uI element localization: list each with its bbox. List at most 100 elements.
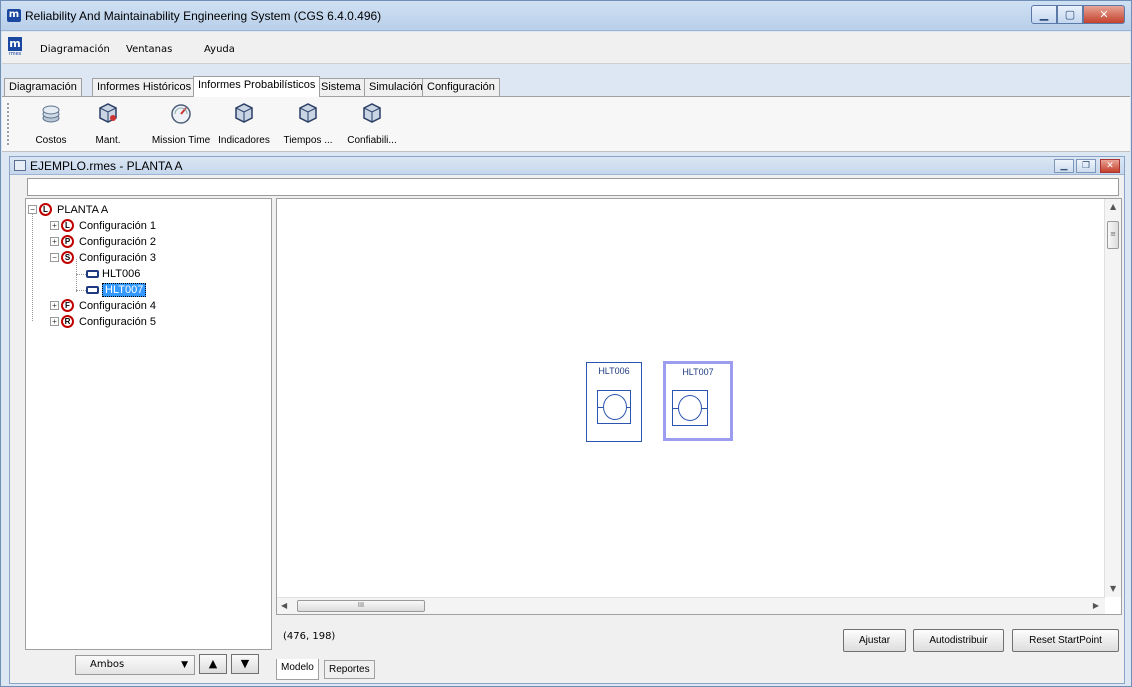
gauge-icon xyxy=(171,104,191,124)
tool-tiempos-label: Tiempos ... xyxy=(283,135,333,146)
tool-costos-label: Costos xyxy=(35,135,67,146)
expand-icon[interactable]: + xyxy=(50,237,59,246)
badge-r-icon: R xyxy=(61,315,74,328)
tool-confiabilidad-label: Confiabili... xyxy=(347,135,397,146)
tool-mission-time-button[interactable]: Mission Time xyxy=(148,102,214,146)
scroll-down-icon[interactable]: ▼ xyxy=(1110,584,1116,593)
filter-select[interactable]: Ambos ▼ xyxy=(75,655,195,675)
tool-tiempos-button[interactable]: Tiempos ... xyxy=(278,102,338,146)
tab-informes-probabilisticos[interactable]: Informes Probabilísticos xyxy=(193,76,321,97)
doc-minimize-button[interactable]: ▁ xyxy=(1054,159,1074,173)
tool-mant-label: Mant. xyxy=(95,135,121,146)
move-down-button[interactable]: ▼ xyxy=(231,654,259,674)
tree-root[interactable]: − L PLANTA A xyxy=(28,202,108,217)
ribbon-tabs: Diagramación Informes Históricos Informe… xyxy=(2,76,1130,97)
tab-reportes[interactable]: Reportes xyxy=(324,660,375,679)
tab-modelo[interactable]: Modelo xyxy=(276,659,319,680)
tree-item-label: Configuración 2 xyxy=(79,235,157,248)
tree-item-configuracion-4[interactable]: + F Configuración 4 xyxy=(50,298,156,313)
menu-diagramacion[interactable]: Diagramación xyxy=(40,44,110,55)
filter-select-value: Ambos xyxy=(90,659,125,670)
cube-icon xyxy=(235,103,253,123)
document-icon xyxy=(14,160,26,171)
tab-simulacion[interactable]: Simulación xyxy=(364,78,428,96)
minimize-button[interactable]: ▁ xyxy=(1031,5,1057,24)
move-up-button[interactable]: ▲ xyxy=(199,654,227,674)
badge-f-icon: F xyxy=(61,299,74,312)
chevron-down-icon: ▼ xyxy=(181,660,188,670)
collapse-icon[interactable]: − xyxy=(50,253,59,262)
diagram-canvas[interactable]: HLT006 HLT007 ▲ ≡ ▼ ◀ III ▶ xyxy=(276,198,1122,615)
tree-item-label: Configuración 5 xyxy=(79,315,157,328)
autodistribuir-button[interactable]: Autodistribuir xyxy=(913,629,1004,652)
badge-s-icon: S xyxy=(61,251,74,264)
doc-restore-button[interactable]: ❐ xyxy=(1076,159,1096,173)
close-icon: ✕ xyxy=(1106,161,1114,171)
tree-item-label: HLT006 xyxy=(102,267,141,280)
tree-item-configuracion-1[interactable]: + L Configuración 1 xyxy=(50,218,156,233)
arrow-up-icon: ▲ xyxy=(208,657,218,670)
cube-icon xyxy=(363,103,381,123)
expand-icon[interactable]: + xyxy=(50,301,59,310)
horizontal-scroll-thumb[interactable]: III xyxy=(297,600,425,612)
scroll-up-icon[interactable]: ▲ xyxy=(1110,202,1116,211)
document-title: EJEMPLO.rmes - PLANTA A xyxy=(30,159,183,173)
tool-confiabilidad-button[interactable]: Confiabili... xyxy=(342,102,402,146)
expand-icon[interactable]: + xyxy=(50,221,59,230)
diagram-block-hlt006[interactable]: HLT006 xyxy=(586,362,642,442)
tree-root-label: PLANTA A xyxy=(57,203,109,216)
tree-controls: Ambos ▼ ▲ ▼ xyxy=(25,652,272,682)
diagram-block-hlt007[interactable]: HLT007 xyxy=(663,361,733,441)
reset-startpoint-button[interactable]: Reset StartPoint xyxy=(1012,629,1119,652)
tab-configuracion[interactable]: Configuración xyxy=(422,78,500,96)
tree-item-label: Configuración 3 xyxy=(79,251,157,264)
tool-mission-time-label: Mission Time xyxy=(151,135,211,146)
close-button[interactable]: ✕ xyxy=(1083,5,1125,24)
component-icon xyxy=(86,269,99,278)
menu-ayuda[interactable]: Ayuda xyxy=(204,44,235,55)
title-bar[interactable]: m Reliability And Maintainability Engine… xyxy=(1,1,1131,31)
minimize-icon: ▁ xyxy=(1060,161,1068,171)
tab-sistema[interactable]: Sistema xyxy=(316,78,366,96)
expand-icon[interactable]: + xyxy=(50,317,59,326)
horizontal-scrollbar[interactable]: ◀ III ▶ xyxy=(277,597,1105,614)
tool-indicadores-button[interactable]: Indicadores xyxy=(214,102,274,146)
scroll-left-icon[interactable]: ◀ xyxy=(281,601,287,610)
document-title-bar[interactable]: EJEMPLO.rmes - PLANTA A ▁ ❐ ✕ xyxy=(10,157,1124,175)
maximize-icon: ▢ xyxy=(1064,8,1076,21)
toolbar-grip[interactable] xyxy=(7,103,9,145)
menu-ventanas[interactable]: Ventanas xyxy=(126,44,172,55)
toolbar: Costos Mant. Mission Time Indicadores Ti… xyxy=(2,96,1130,152)
doc-close-button[interactable]: ✕ xyxy=(1100,159,1120,173)
component-circle-icon xyxy=(678,395,702,421)
vertical-scrollbar[interactable]: ▲ ≡ ▼ xyxy=(1104,199,1121,597)
badge-p-icon: P xyxy=(61,235,74,248)
tree-item-hlt006[interactable]: HLT006 xyxy=(86,266,140,281)
tool-costos-button[interactable]: Costos xyxy=(34,102,68,146)
tree-item-configuracion-3[interactable]: − S Configuración 3 xyxy=(50,250,156,265)
tree-item-configuracion-2[interactable]: + P Configuración 2 xyxy=(50,234,156,249)
maintenance-cube-icon xyxy=(99,103,117,123)
tool-mant-button[interactable]: Mant. xyxy=(93,102,123,146)
tab-informes-historicos[interactable]: Informes Históricos xyxy=(92,78,197,96)
component-circle-icon xyxy=(603,394,627,420)
coordinates-readout: (476, 198) xyxy=(283,631,336,642)
tree-item-hlt007[interactable]: HLT007 xyxy=(86,282,147,297)
app-window: m Reliability And Maintainability Engine… xyxy=(0,0,1132,687)
tab-diagramacion[interactable]: Diagramación xyxy=(4,78,82,96)
badge-l-icon: L xyxy=(61,219,74,232)
scroll-right-icon[interactable]: ▶ xyxy=(1093,601,1099,610)
ajustar-button[interactable]: Ajustar xyxy=(843,629,906,652)
collapse-icon[interactable]: − xyxy=(28,205,37,214)
tree-item-configuracion-5[interactable]: + R Configuración 5 xyxy=(50,314,156,329)
vertical-scroll-thumb[interactable]: ≡ xyxy=(1107,221,1119,249)
component-icon xyxy=(86,285,99,294)
document-window: EJEMPLO.rmes - PLANTA A ▁ ❐ ✕ − L PLANTA… xyxy=(9,156,1125,684)
path-field[interactable] xyxy=(27,178,1119,196)
maximize-button[interactable]: ▢ xyxy=(1057,5,1083,24)
rmes-logo-icon: m xyxy=(8,37,22,51)
arrow-down-icon: ▼ xyxy=(240,657,250,670)
tree-item-label: HLT007 xyxy=(102,282,147,297)
tree-panel: − L PLANTA A + L Configuración 1 + P Con… xyxy=(25,198,272,650)
block-body xyxy=(597,390,631,424)
